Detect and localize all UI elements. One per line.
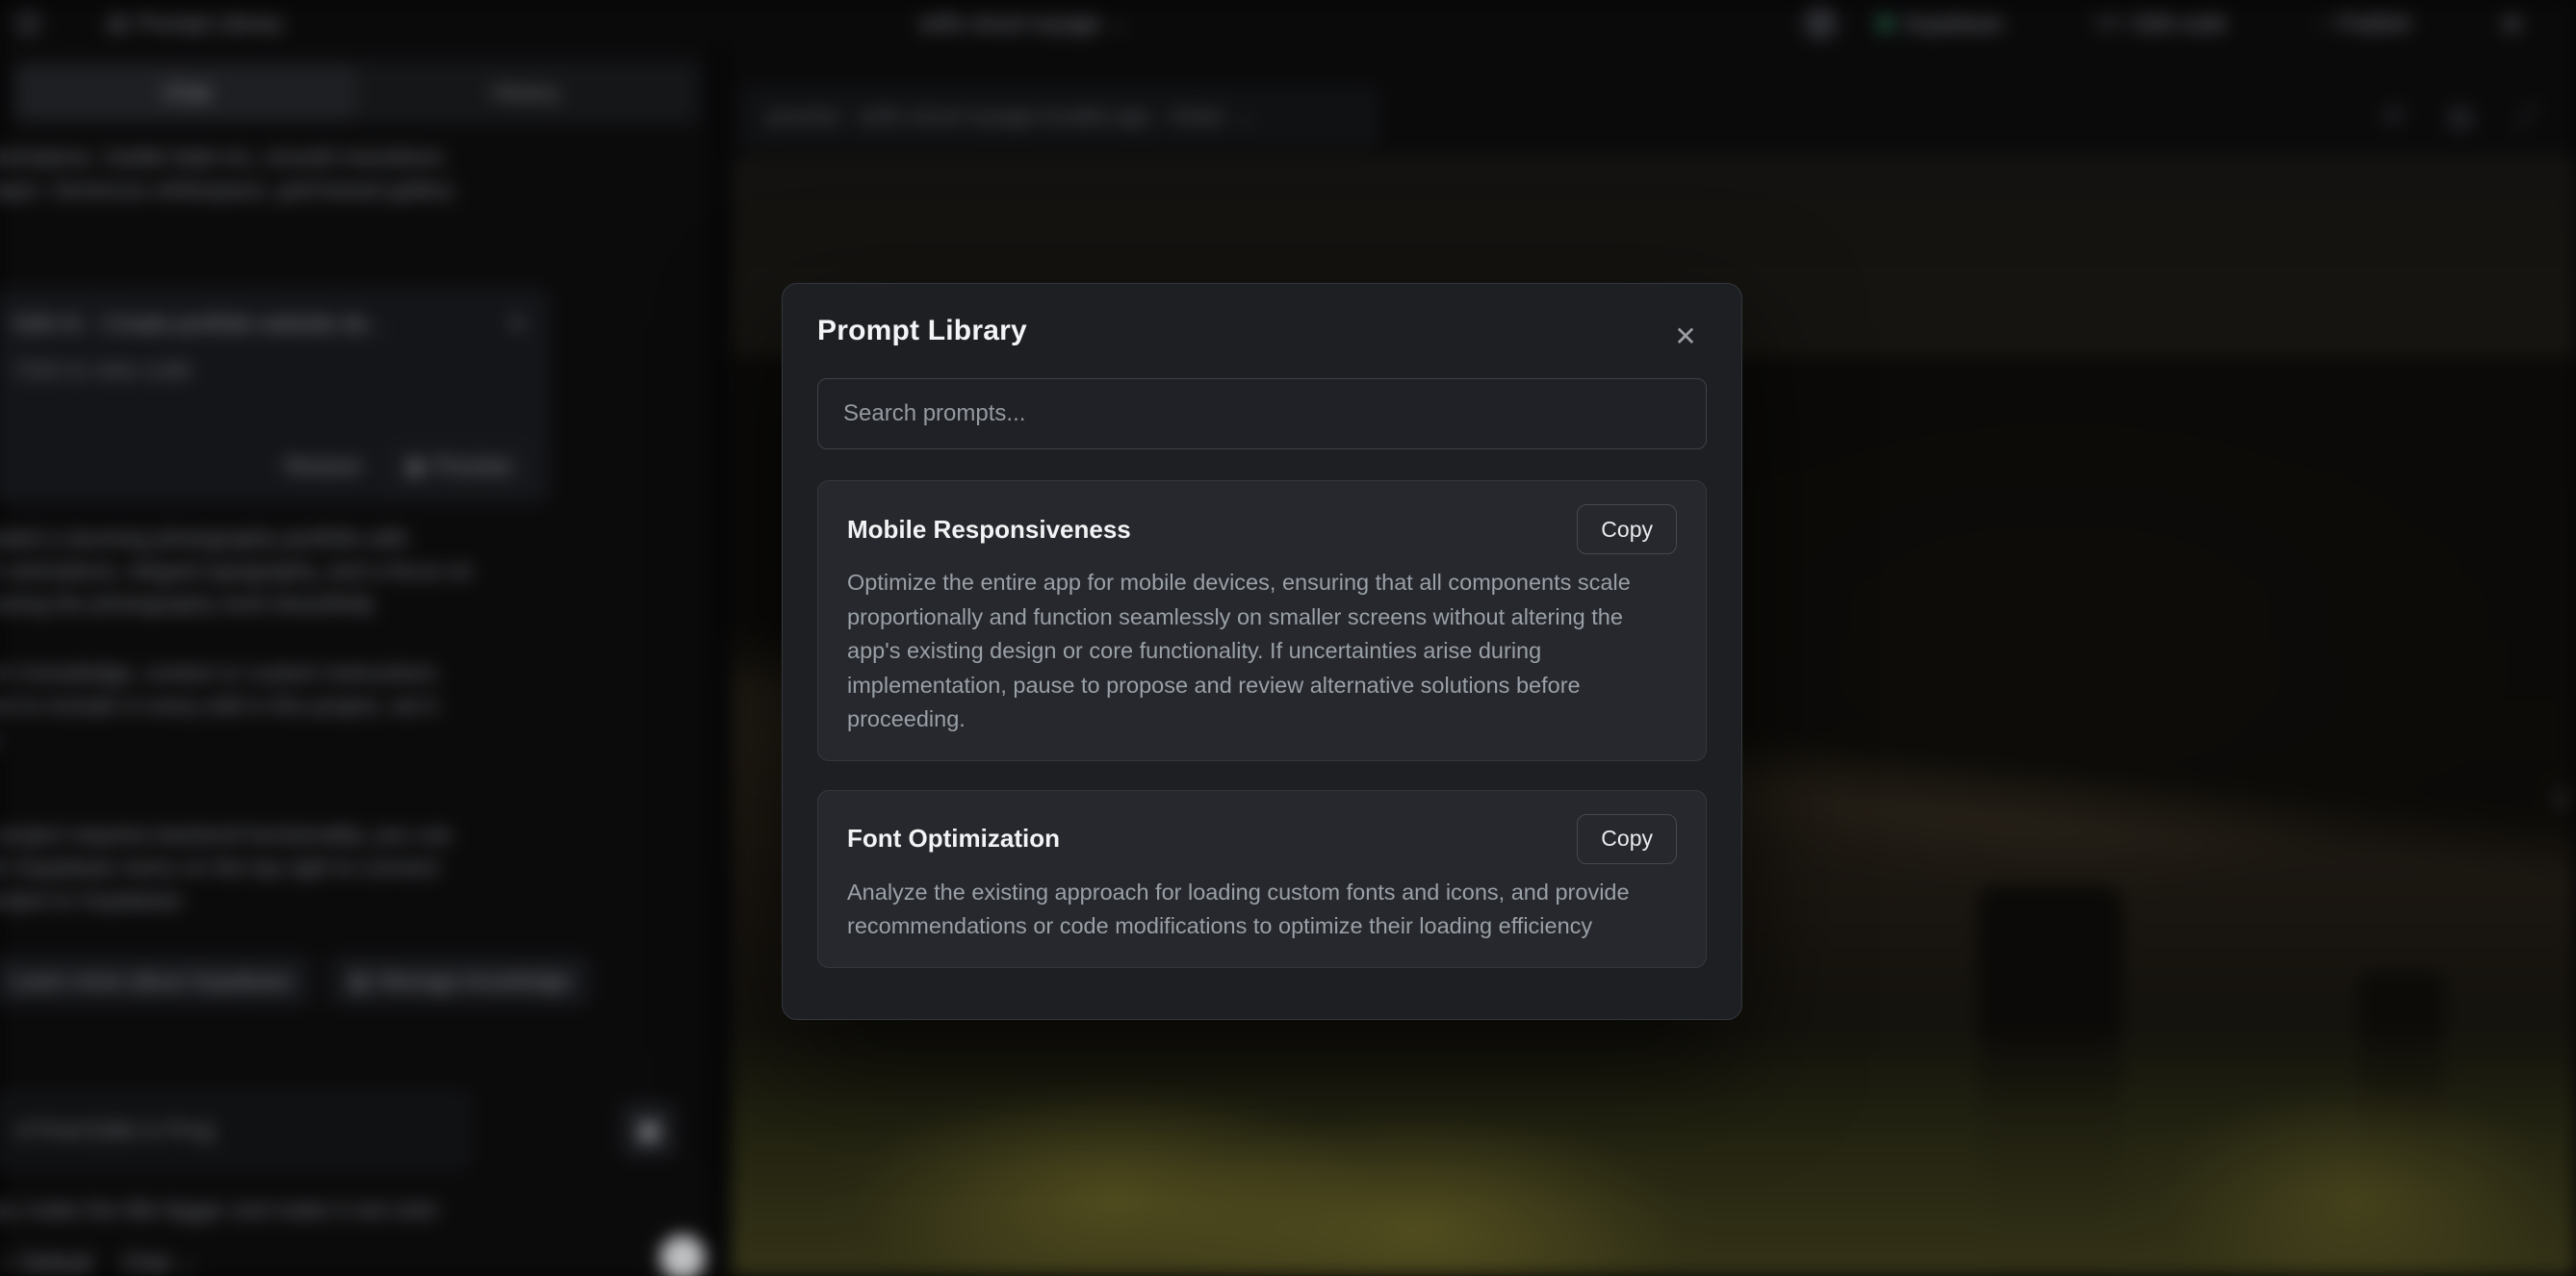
prompt-description: Optimize the entire app for mobile devic…	[847, 566, 1677, 737]
expand-editor-button[interactable]: ▣	[622, 1103, 676, 1157]
sidebar-tabbar: Chat History	[13, 62, 699, 123]
supabase-icon	[1877, 15, 1893, 32]
prompt-library-modal: Prompt Library ✕ Mobile Responsiveness C…	[782, 283, 1742, 1020]
chat-sidebar: Chat History animations. Subtle fade-ins…	[0, 46, 712, 1276]
preview-button[interactable]: ◉ Preview	[387, 444, 530, 488]
edit-code-label: Edit code	[2134, 11, 2227, 37]
send-button[interactable]: ↑	[660, 1236, 705, 1276]
close-icon: ✕	[1674, 320, 1696, 352]
external-link-icon: ⤢	[2515, 100, 2537, 132]
chat-message: er's knowledge, context or custom instru…	[0, 656, 703, 754]
attachment-button[interactable]: + Default	[0, 1239, 97, 1276]
bell-icon: ◍	[2503, 11, 2521, 36]
chat-mode-button[interactable]: Chat ⌄	[116, 1239, 202, 1276]
preview-url-bar[interactable]: preview · artfo-cloud-voyage-lovable.app…	[741, 87, 1378, 146]
edit-version-card[interactable]: Edit #1 - Create portfolio website de...…	[0, 289, 549, 502]
chat-message: r project requires backend functionality…	[0, 818, 703, 916]
prompt-title: Font Optimization	[847, 824, 1060, 854]
refresh-button[interactable]: ⟳	[2374, 94, 2416, 137]
draft-input[interactable]: d Final Edits in Prog	[0, 1093, 468, 1166]
supabase-label: Supabase	[1903, 11, 2003, 37]
prompt-library-label: Prompt Library	[138, 11, 283, 37]
notifications-button[interactable]: ◍	[2503, 0, 2521, 46]
panel-expand-handle[interactable]: ›	[2554, 770, 2568, 822]
prompt-description: Analyze the existing approach for loadin…	[847, 876, 1677, 944]
prompt-card-font-optimization: Font Optimization Copy Analyze the exist…	[817, 790, 1707, 968]
avatar	[1804, 7, 1837, 39]
edit-card-subtitle: Click to view code	[14, 353, 527, 386]
chevron-down-icon: ⌄	[178, 1250, 196, 1276]
tab-history[interactable]: History	[356, 65, 695, 119]
app-logo[interactable]	[15, 0, 41, 46]
close-icon[interactable]: ✕	[508, 307, 527, 340]
upload-icon: ↑	[2318, 11, 2329, 36]
send-icon: ↑	[677, 1243, 689, 1273]
plus-icon: +	[0, 1250, 13, 1276]
project-switcher[interactable]: artfo cloud voyage ⌄	[919, 0, 1127, 46]
vegetation-glow	[1146, 1112, 1685, 1276]
book-icon: ▤	[108, 11, 128, 36]
code-icon: </>	[2094, 11, 2125, 36]
edit-card-title: Edit #1 - Create portfolio website de...	[14, 307, 385, 340]
prompt-title: Mobile Responsiveness	[847, 515, 1131, 545]
user-avatar[interactable]	[1804, 0, 1837, 46]
edit-code-button[interactable]: </> Edit code	[2094, 0, 2227, 46]
copy-button[interactable]: Copy	[1577, 814, 1677, 864]
chevron-right-icon: ›	[2554, 771, 2568, 821]
lovable-logo-icon	[15, 11, 41, 37]
manage-knowledge-button[interactable]: ▤ Manage knowledge	[331, 957, 589, 1005]
preview-url-text: preview · artfo-cloud-voyage-lovable.app…	[767, 104, 1225, 129]
square-icon: ▣	[637, 1115, 661, 1145]
top-bar: ▤ Prompt Library artfo cloud voyage ⌄ Su…	[0, 0, 2576, 47]
close-button[interactable]: ✕	[1668, 319, 1703, 353]
search-input[interactable]	[817, 378, 1707, 449]
chat-message: you make the title bigger and make it re…	[0, 1193, 703, 1226]
chat-message: animations. Subtle fade-ins, smooth tran…	[0, 140, 703, 206]
supabase-button[interactable]: Supabase	[1877, 0, 2003, 46]
tab-chat[interactable]: Chat	[17, 65, 356, 119]
open-external-button[interactable]: ⤢	[2505, 94, 2547, 137]
publish-button[interactable]: ↑ Publish	[2318, 0, 2410, 46]
refresh-icon: ⟳	[2383, 100, 2406, 132]
project-name: artfo cloud voyage	[919, 11, 1100, 37]
prompt-list: Mobile Responsiveness Copy Optimize the …	[817, 480, 1707, 973]
modal-title: Prompt Library	[817, 315, 1707, 347]
copy-button[interactable]: Copy	[1577, 504, 1677, 554]
prompt-library-menu-item[interactable]: ▤ Prompt Library	[108, 0, 283, 46]
devices-icon: ▤	[2448, 100, 2473, 132]
vegetation-glow	[2156, 1084, 2561, 1276]
learn-supabase-button[interactable]: Learn more about Supabase	[0, 957, 310, 1005]
device-toggle-button[interactable]: ▤	[2439, 94, 2482, 137]
publish-label: Publish	[2338, 11, 2410, 37]
chevron-down-icon: ⌄	[1237, 104, 1254, 129]
restore-button[interactable]: Restore	[285, 449, 363, 482]
prompt-card-mobile-responsiveness: Mobile Responsiveness Copy Optimize the …	[817, 480, 1707, 761]
chat-message: eated a stunning photography portfolio w…	[0, 522, 703, 620]
book-icon: ▤	[349, 968, 371, 994]
chevron-down-icon: ⌄	[1110, 11, 1127, 36]
eye-icon: ◉	[405, 453, 425, 479]
